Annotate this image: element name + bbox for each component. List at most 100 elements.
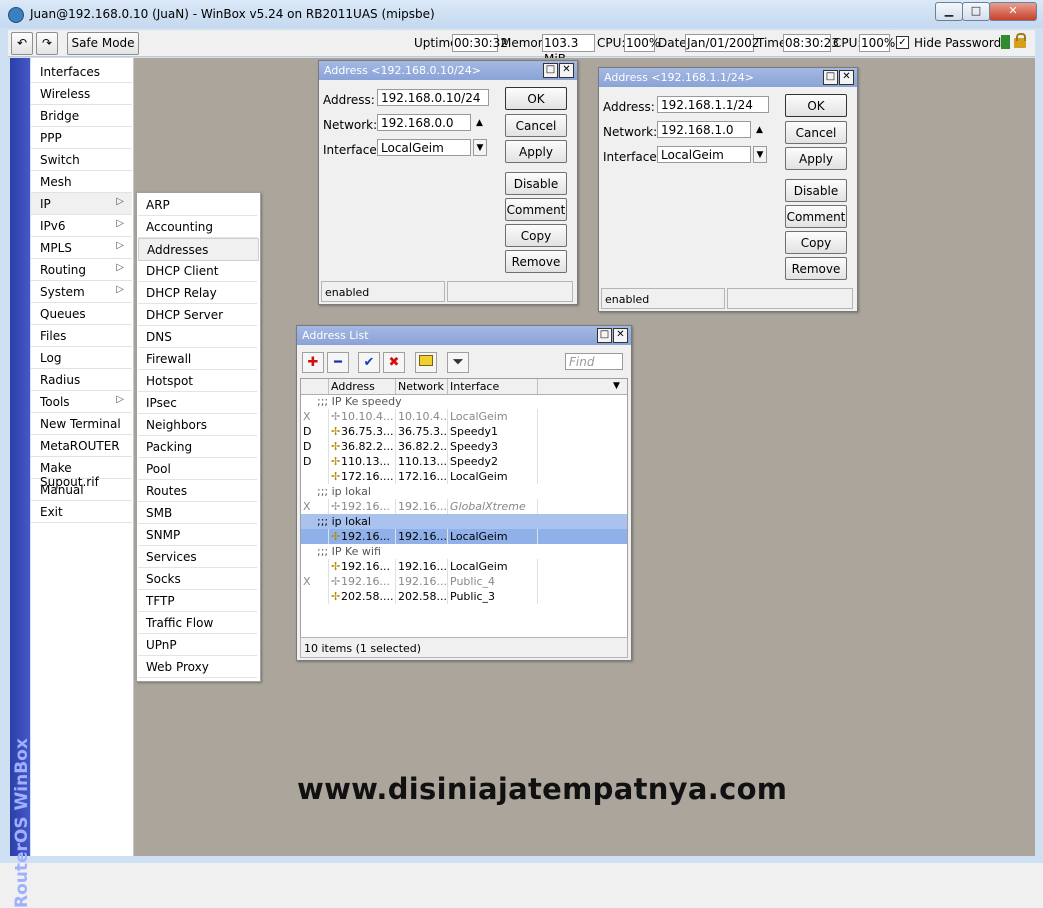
menu-item-make-supout[interactable]: Make Supout.rif	[31, 457, 132, 489]
menu-item-mpls[interactable]: MPLS ▷	[31, 237, 132, 259]
close-button[interactable]: ✕	[989, 2, 1037, 21]
dialog-maximize-button[interactable]: □	[823, 70, 838, 85]
network-field[interactable]: 192.168.0.0	[377, 114, 471, 131]
menu-item-new-terminal[interactable]: New Terminal	[31, 413, 132, 435]
table-row[interactable]: D ✢110.13... 110.13... Speedy2	[301, 454, 627, 469]
cancel-button[interactable]: Cancel	[505, 114, 567, 137]
table-row[interactable]: D ✢36.75.3... 36.75.3... Speedy1	[301, 424, 627, 439]
interface-column-header[interactable]: Interface	[448, 379, 538, 394]
ok-button[interactable]: OK	[785, 94, 847, 117]
menu-item-files[interactable]: Files	[31, 325, 132, 347]
disable-x-icon[interactable]: ✖	[383, 352, 405, 373]
flag-column-header[interactable]	[301, 379, 329, 394]
submenu-item-hotspot[interactable]: Hotspot	[138, 370, 257, 392]
address-field[interactable]: 192.168.0.10/24	[377, 89, 489, 106]
submenu-item-pool[interactable]: Pool	[138, 458, 257, 480]
menu-item-routing[interactable]: Routing ▷	[31, 259, 132, 281]
table-row[interactable]: ;;; IP Ke wifi	[301, 544, 627, 559]
submenu-item-arp[interactable]: ARP	[138, 194, 257, 216]
menu-item-manual[interactable]: Manual	[31, 479, 132, 501]
submenu-item-accounting[interactable]: Accounting	[138, 216, 257, 238]
menu-item-system[interactable]: System ▷	[31, 281, 132, 303]
menu-item-exit[interactable]: Exit	[31, 501, 132, 523]
comment-button[interactable]: Comment	[785, 205, 847, 228]
safe-mode-button[interactable]: Safe Mode	[67, 32, 139, 55]
comment-note-icon[interactable]	[415, 352, 437, 373]
hide-passwords-checkbox[interactable]: ✓	[896, 36, 909, 49]
dialog-close-button[interactable]: ✕	[559, 63, 574, 78]
remove-button[interactable]: Remove	[505, 250, 567, 273]
remove-button[interactable]: Remove	[785, 257, 847, 280]
network-field[interactable]: 192.168.1.0	[657, 121, 751, 138]
network-column-header[interactable]: Network	[396, 379, 448, 394]
table-row[interactable]: D ✢36.82.2... 36.82.2... Speedy3	[301, 439, 627, 454]
find-input[interactable]: Find	[565, 353, 623, 370]
submenu-item-dhcp-client[interactable]: DHCP Client	[138, 260, 257, 282]
submenu-item-neighbors[interactable]: Neighbors	[138, 414, 257, 436]
collapse-arrow-icon[interactable]: ▲	[476, 118, 483, 128]
table-row[interactable]: X ✢192.16... 192.16... GlobalXtreme	[301, 499, 627, 514]
submenu-item-tftp[interactable]: TFTP	[138, 590, 257, 612]
menu-item-wireless[interactable]: Wireless	[31, 83, 132, 105]
submenu-item-packing[interactable]: Packing	[138, 436, 257, 458]
apply-button[interactable]: Apply	[785, 147, 847, 170]
submenu-item-smb[interactable]: SMB	[138, 502, 257, 524]
redo-button[interactable]: ↷	[36, 32, 58, 55]
menu-item-metarouter[interactable]: MetaROUTER	[31, 435, 132, 457]
apply-button[interactable]: Apply	[505, 140, 567, 163]
submenu-item-ipsec[interactable]: IPsec	[138, 392, 257, 414]
column-menu-arrow-icon[interactable]: ▼	[613, 381, 620, 391]
dialog-maximize-button[interactable]: □	[543, 63, 558, 78]
submenu-item-routes[interactable]: Routes	[138, 480, 257, 502]
table-row[interactable]: ;;; ip lokal	[301, 484, 627, 499]
address-field[interactable]: 192.168.1.1/24	[657, 96, 769, 113]
submenu-item-dhcp-relay[interactable]: DHCP Relay	[138, 282, 257, 304]
submenu-item-firewall[interactable]: Firewall	[138, 348, 257, 370]
table-row[interactable]: ;;; ip lokal	[301, 514, 627, 529]
table-row[interactable]: ✢172.16.... 172.16.... LocalGeim	[301, 469, 627, 484]
ok-button[interactable]: OK	[505, 87, 567, 110]
disable-button[interactable]: Disable	[785, 179, 847, 202]
submenu-item-addresses[interactable]: Addresses	[138, 238, 259, 261]
table-row[interactable]: ;;; IP Ke speedy	[301, 394, 627, 409]
filter-icon[interactable]: ⏷	[447, 352, 469, 373]
menu-item-tools[interactable]: Tools ▷	[31, 391, 132, 413]
enable-check-icon[interactable]: ✔	[358, 352, 380, 373]
menu-item-interfaces[interactable]: Interfaces	[31, 61, 132, 83]
table-row[interactable]: X ✢10.10.4... 10.10.4... LocalGeim	[301, 409, 627, 424]
collapse-arrow-icon[interactable]: ▲	[756, 125, 763, 135]
remove-icon[interactable]: ━	[327, 352, 349, 373]
menu-item-ip[interactable]: IP ▷	[31, 193, 132, 215]
table-row[interactable]: ✢192.16... 192.16... LocalGeim	[301, 559, 627, 574]
copy-button[interactable]: Copy	[505, 224, 567, 247]
submenu-item-snmp[interactable]: SNMP	[138, 524, 257, 546]
submenu-item-services[interactable]: Services	[138, 546, 257, 568]
submenu-item-dns[interactable]: DNS	[138, 326, 257, 348]
submenu-item-traffic-flow[interactable]: Traffic Flow	[138, 612, 257, 634]
table-row[interactable]: ✢192.16... 192.16... LocalGeim	[301, 529, 627, 544]
interface-select[interactable]: LocalGeim	[377, 139, 471, 156]
menu-item-mesh[interactable]: Mesh	[31, 171, 132, 193]
disable-button[interactable]: Disable	[505, 172, 567, 195]
submenu-item-upnp[interactable]: UPnP	[138, 634, 257, 656]
minimize-button[interactable]: ▁	[935, 2, 963, 21]
add-icon[interactable]: ✚	[302, 352, 324, 373]
menu-item-ppp[interactable]: PPP	[31, 127, 132, 149]
maximize-button[interactable]: □	[962, 2, 990, 21]
address-column-header[interactable]: Address	[329, 379, 396, 394]
menu-item-switch[interactable]: Switch	[31, 149, 132, 171]
address-list-close-button[interactable]: ✕	[613, 328, 628, 343]
menu-item-ipv6[interactable]: IPv6 ▷	[31, 215, 132, 237]
menu-item-log[interactable]: Log	[31, 347, 132, 369]
submenu-item-web-proxy[interactable]: Web Proxy	[138, 656, 257, 678]
cancel-button[interactable]: Cancel	[785, 121, 847, 144]
comment-button[interactable]: Comment	[505, 198, 567, 221]
undo-button[interactable]: ↶	[11, 32, 33, 55]
table-row[interactable]: ✢202.58.... 202.58.... Public_3	[301, 589, 627, 604]
copy-button[interactable]: Copy	[785, 231, 847, 254]
menu-item-bridge[interactable]: Bridge	[31, 105, 132, 127]
menu-item-radius[interactable]: Radius	[31, 369, 132, 391]
dialog-close-button[interactable]: ✕	[839, 70, 854, 85]
address-list-maximize-button[interactable]: □	[597, 328, 612, 343]
dropdown-arrow-icon[interactable]: ▼	[753, 146, 767, 163]
